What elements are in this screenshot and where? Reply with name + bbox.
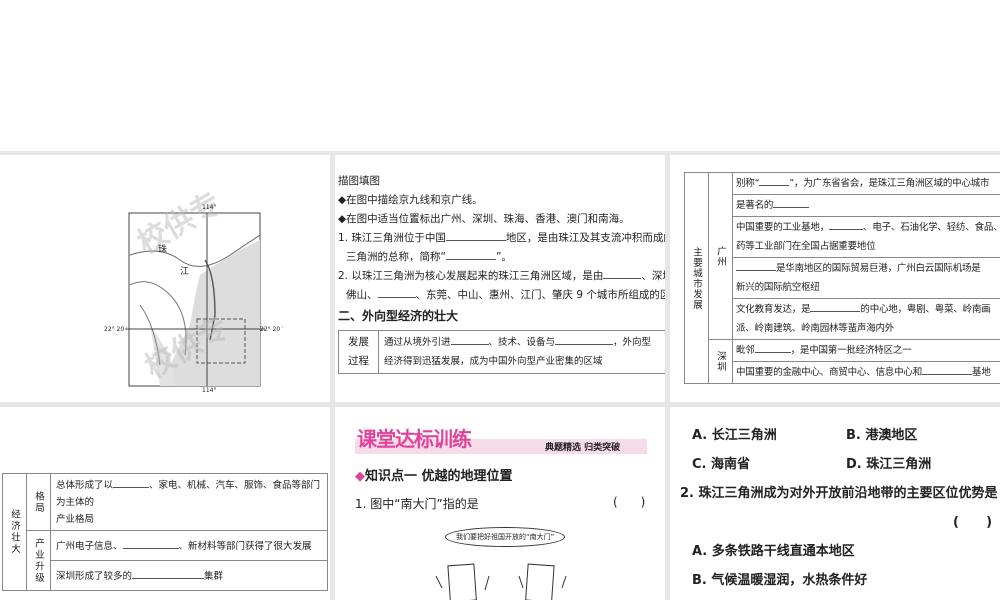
banner-title: 课堂达标训练 — [357, 427, 472, 451]
r1-c: 产业格局 — [56, 514, 95, 525]
river-label-jiang: 江 — [180, 267, 190, 277]
row-label: 发展过程 — [338, 330, 379, 374]
answer-blank[interactable] — [113, 476, 150, 488]
option-b[interactable]: B. 港澳地区 — [846, 421, 917, 450]
option-a[interactable]: A. 长江三角洲 — [692, 421, 777, 450]
q2-text-a: 2. 以珠江三角洲为核心发展起来的珠江三角洲区域，是由 — [338, 270, 604, 282]
answer-blank[interactable] — [736, 259, 776, 271]
option-c[interactable]: C. 海南省 — [692, 450, 750, 479]
answer-blank[interactable] — [754, 341, 791, 353]
answer-blank[interactable] — [555, 333, 614, 345]
answer-paren[interactable]: ( ) — [953, 508, 992, 537]
kp-text: 知识点一 优越的地理位置 — [365, 469, 513, 484]
label-upgrade: 产业升级 — [26, 530, 51, 591]
bullet-2: ◆在图中适当位置标出广州、深圳、珠海、香港、澳门和南海。 — [338, 213, 630, 225]
section-title: 描图填图 — [338, 175, 380, 187]
answer-blank[interactable] — [829, 218, 864, 230]
development-table: 发展过程 通过从境外引进 、技术、设备与 ，外向型 经济得到迅猛发展，成为中国外向型产… — [338, 330, 665, 374]
answer-blank[interactable] — [810, 300, 861, 312]
r5-a: 文化教育发达，是 — [736, 304, 811, 315]
answer-blank[interactable] — [445, 229, 506, 241]
group-label: 主要城市发展 — [684, 172, 709, 384]
r3-a: 深圳形成了较多的 — [56, 570, 133, 582]
slide-economy-table[interactable]: 经济壮大 格局 总体形成了以 、家电、机械、汽车、服饰、食品等部门为主体的 产业格局… — [0, 407, 330, 600]
q2-text-c: 佛山、 — [346, 289, 378, 301]
r2: 是著名的 — [736, 200, 774, 211]
answer-blank[interactable] — [603, 267, 642, 279]
q2-text-d: 、东莞、中山、惠州、江门、肇庆 9 个城市所组成的区域。 — [415, 289, 666, 301]
r3-a: 中国重要的工业基地， — [736, 222, 830, 233]
answer-blank[interactable] — [773, 196, 810, 208]
city-guangzhou: 广州 — [708, 172, 733, 340]
q1-text-a: 1. 珠江三角洲位于中国 — [338, 232, 446, 244]
lon-bottom-label: 114° — [202, 387, 217, 394]
question-2: 2. 珠江三角洲成为对外开放前沿地带的主要区位优势是 — [680, 486, 998, 501]
slide-map[interactable]: 校供专 校供专 114° 114° 22° 20 ′ 22° 20 ′ 珠 江 — [0, 155, 330, 402]
lat-left-label: 22° 20 ′ — [104, 326, 128, 333]
row-text-b: 、技术、设备与 — [488, 337, 556, 348]
section-heading: 二、外向型经济的壮大 — [338, 309, 459, 323]
economy-table: 经济壮大 格局 总体形成了以 、家电、机械、汽车、服饰、食品等部门为主体的 产业格局… — [2, 473, 328, 591]
answer-blank[interactable] — [922, 363, 973, 375]
r2-b: 、新材料等部门获得了很大发展 — [178, 540, 312, 552]
r7-a: 中国重要的金融中心、商贸中心、信息中心和 — [736, 367, 923, 378]
answer-blank[interactable] — [445, 248, 496, 260]
r6-a: 毗邻 — [736, 345, 755, 356]
label-pattern: 格局 — [26, 473, 51, 531]
r3-b: 、电子、石油化学、轻纺、食品、医 — [863, 222, 1000, 233]
answer-blank[interactable] — [132, 567, 205, 579]
question-2: 2. 以珠江三角洲为核心发展起来的珠江三角洲区域，是由 、深圳、 — [338, 267, 665, 286]
slide-city-table[interactable]: 主要城市发展 广州 别称“ ”，为广东省省会，是珠江三角洲区域的中心城市 是著名的… — [670, 155, 1000, 402]
r5-b: 的中心地，粤剧、粤菜、岭南画 — [860, 304, 991, 315]
r5-c: 派、岭南建筑、岭南园林等蜚声海内外 — [736, 323, 895, 334]
r4-b: 新兴的国际航空枢纽 — [736, 282, 820, 293]
q1-text-d: ”。 — [495, 251, 512, 263]
row-text-c: ，外向型 — [613, 337, 652, 348]
question-1: 1. 图中“南大门”指的是 — [355, 497, 479, 511]
r6-b: ，是中国第一批经济特区之一 — [790, 345, 912, 356]
r1-b: ”，为广东省省会，是珠江三角洲区域的中心城市 — [789, 178, 990, 189]
q2-option-a[interactable]: A. 多条铁路干线直通本地区 — [692, 537, 855, 566]
r1-a: 总体形成了以 — [56, 480, 114, 491]
river-label-zhu: 珠 — [158, 245, 168, 255]
r4-a: 是华南地区的国际贸易巨港，广州白云国际机场是 — [776, 263, 981, 274]
q1-text-b: 地区，是由珠江及其支流冲积而成的 — [505, 232, 665, 244]
q1-text-c: 三角洲的总称，简称“ — [346, 251, 446, 263]
diamond-icon: ◆ — [355, 469, 365, 484]
row-text-a: 通过从境外引进 — [384, 337, 451, 348]
row-text-d: 经济得到迅猛发展，成为中国外向型产业密集的区域 — [384, 356, 603, 367]
cartoon: 我们要把好祖国开放的“南大门” — [431, 521, 581, 600]
slide-fill-questions[interactable]: 描图填图 ◆在图中描绘京九线和京广线。 ◆在图中适当位置标出广州、深圳、珠海、香… — [335, 155, 665, 402]
lat-right-label: 22° 20 ′ — [260, 326, 284, 333]
lon-top-label: 114° — [202, 204, 217, 211]
city-shenzhen: 深圳 — [708, 339, 733, 384]
r3-b: 集群 — [204, 570, 224, 582]
bullet-1: ◆在图中描绘京九线和京广线。 — [338, 194, 483, 206]
question-1: 1. 珠江三角洲位于中国 地区，是由珠江及其支流冲积而成的 — [338, 229, 665, 248]
r3-c: 药等工业部门在全国占据重要地位 — [736, 241, 876, 252]
answer-blank[interactable] — [759, 174, 790, 186]
slide-exercise[interactable]: 课堂达标训练 典题精选 归类突破 ◆知识点一 优越的地理位置 1. 图中“南大门… — [335, 407, 665, 600]
answer-blank[interactable] — [450, 333, 489, 345]
answer-blank[interactable] — [122, 537, 179, 549]
city-development-table: 主要城市发展 广州 别称“ ”，为广东省省会，是珠江三角洲区域的中心城市 是著名的… — [684, 172, 1000, 384]
q2-text-b: 、深圳、 — [641, 270, 665, 282]
group-label: 经济壮大 — [2, 473, 27, 591]
answer-blank[interactable] — [377, 286, 416, 298]
pearl-river-delta-map: 校供专校供专 — [125, 186, 265, 387]
r1-a: 别称“ — [736, 178, 760, 189]
answer-paren[interactable]: ( ) — [613, 495, 645, 509]
q2-option-b[interactable]: B. 气候温暖湿润，水热条件好 — [692, 566, 867, 595]
knowledge-point: ◆知识点一 优越的地理位置 — [355, 465, 513, 484]
option-d[interactable]: D. 珠江三角洲 — [846, 450, 931, 479]
banner-subtitle: 典题精选 归类突破 — [545, 443, 621, 453]
slide-options[interactable]: A. 长江三角洲 B. 港澳地区 C. 海南省 D. 珠江三角洲 2. 珠江三角… — [670, 407, 1000, 600]
cartoon-characters — [435, 563, 567, 600]
r2-a: 广州电子信息、 — [56, 540, 123, 552]
r7-b: 基地 — [972, 367, 991, 378]
